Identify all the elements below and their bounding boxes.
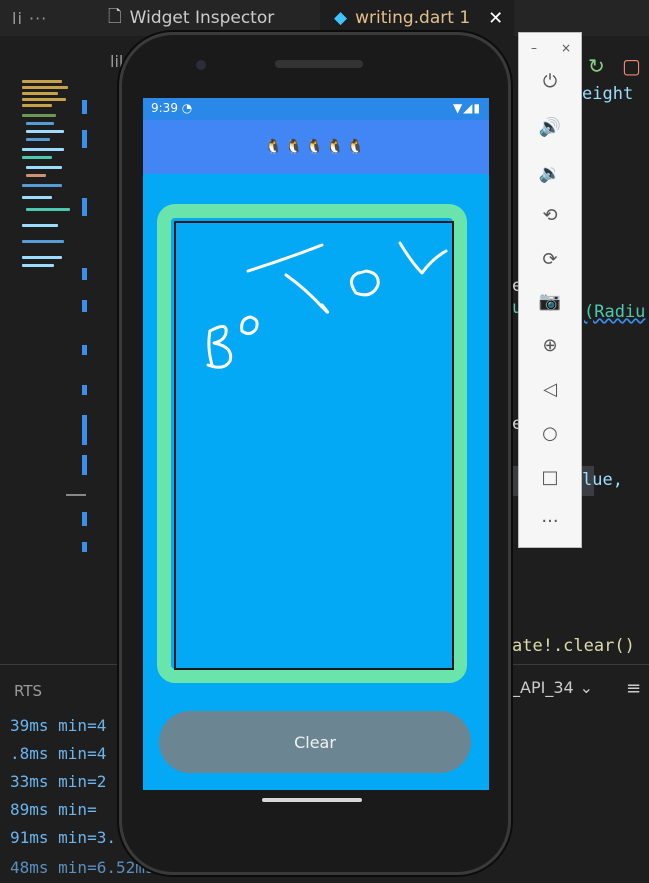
device-selector[interactable]: _API_34 ⌄ bbox=[512, 678, 593, 697]
gutter-change-marker bbox=[82, 345, 87, 355]
more-icon[interactable]: li ··· bbox=[12, 0, 47, 36]
gutter-change-marker bbox=[82, 198, 87, 216]
chevron-down-icon: ⌄ bbox=[579, 678, 594, 697]
gutter-change-marker bbox=[82, 455, 87, 475]
fold-line bbox=[66, 494, 86, 496]
log-line: 91ms min=3. bbox=[10, 828, 116, 847]
restart-icon[interactable]: ↻ bbox=[588, 54, 605, 78]
app-bar: 🐧🐧🐧🐧🐧 bbox=[143, 120, 489, 174]
stop-icon[interactable]: ▢ bbox=[622, 54, 641, 78]
gutter-change-marker bbox=[82, 268, 87, 280]
status-time-text: 9:39 bbox=[151, 101, 178, 115]
document-icon: 🗋 bbox=[108, 6, 122, 27]
power-icon[interactable]: ⏻ bbox=[519, 71, 581, 92]
gutter-change-marker bbox=[82, 300, 87, 312]
camera-icon bbox=[196, 60, 206, 70]
dart-icon: ◆ bbox=[334, 8, 348, 28]
back-icon[interactable]: ◁ bbox=[519, 379, 581, 400]
drawing-canvas-frame bbox=[157, 204, 467, 683]
gutter-change-marker bbox=[82, 100, 87, 114]
gutter-change-marker bbox=[82, 415, 87, 445]
emulator-window-controls: – × bbox=[531, 41, 571, 55]
tab-label: writing.dart 1 bbox=[355, 8, 471, 28]
code-fragment: eight bbox=[582, 84, 634, 104]
handwriting-strokes bbox=[206, 241, 448, 369]
rotate-right-icon[interactable]: ⟳ bbox=[519, 249, 581, 270]
tab-writing-dart[interactable]: ◆ writing.dart 1 ✕ bbox=[320, 0, 514, 36]
rotate-left-icon[interactable]: ⟲ bbox=[519, 205, 581, 226]
clear-button[interactable]: Clear bbox=[159, 711, 471, 773]
gutter-change-marker bbox=[82, 130, 87, 148]
volume-up-icon[interactable]: 🔊 bbox=[519, 117, 581, 138]
status-icons: ▼◢▮ bbox=[452, 101, 481, 115]
device-screen[interactable]: 9:39 ◔ ▼◢▮ 🐧🐧🐧🐧🐧 Clear bbox=[143, 98, 489, 790]
minimize-button[interactable]: – bbox=[531, 41, 537, 55]
status-bar: 9:39 ◔ ▼◢▮ bbox=[143, 98, 489, 120]
home-gesture-bar[interactable] bbox=[262, 798, 362, 802]
zoom-icon[interactable]: ⊕ bbox=[519, 335, 581, 356]
panel-tab-ports[interactable]: RTS bbox=[14, 682, 42, 700]
log-line: 33ms min=2 bbox=[10, 772, 107, 791]
log-line: 39ms min=4 bbox=[10, 716, 107, 735]
status-time: 9:39 ◔ bbox=[151, 101, 192, 115]
minimap[interactable] bbox=[14, 74, 70, 274]
volume-down-icon[interactable]: 🔉 bbox=[519, 163, 581, 184]
code-fragment: ate!.clear() bbox=[512, 636, 635, 656]
editor-tab-bar: li ··· 🗋 Widget Inspector ◆ writing.dart… bbox=[0, 0, 649, 36]
word-wrap-icon[interactable]: ≡ bbox=[626, 678, 641, 699]
log-line: .8ms min=4 bbox=[10, 744, 107, 763]
code-fragment: lue, bbox=[582, 470, 623, 490]
log-line: 89ms min= bbox=[10, 800, 97, 819]
tab-widget-inspector[interactable]: 🗋 Widget Inspector bbox=[100, 0, 328, 36]
more-options-icon[interactable]: ··· bbox=[519, 511, 581, 532]
close-button[interactable]: × bbox=[561, 41, 571, 55]
device-selector-label: _API_34 bbox=[512, 678, 574, 697]
app-bar-title: 🐧🐧🐧🐧🐧 bbox=[264, 139, 368, 155]
gutter-change-marker bbox=[82, 385, 87, 395]
emulator-toolbar: – × ⏻ 🔊 🔉 ⟲ ⟳ 📷 ⊕ ◁ ○ □ ··· bbox=[518, 32, 582, 548]
close-icon[interactable]: ✕ bbox=[488, 8, 503, 29]
home-icon[interactable]: ○ bbox=[519, 423, 581, 444]
gutter-change-marker bbox=[82, 542, 87, 552]
camera-screenshot-icon[interactable]: 📷 bbox=[519, 291, 581, 312]
gutter-change-marker bbox=[82, 512, 87, 526]
phone-speaker bbox=[275, 60, 363, 68]
overview-icon[interactable]: □ bbox=[519, 467, 581, 488]
drawing-canvas[interactable] bbox=[174, 221, 454, 670]
code-fragment: (Radiu bbox=[584, 302, 646, 322]
tab-label: Widget Inspector bbox=[129, 8, 275, 28]
android-emulator-device: 9:39 ◔ ▼◢▮ 🐧🐧🐧🐧🐧 Clear bbox=[119, 32, 511, 875]
status-notification-icon: ◔ bbox=[181, 101, 193, 115]
